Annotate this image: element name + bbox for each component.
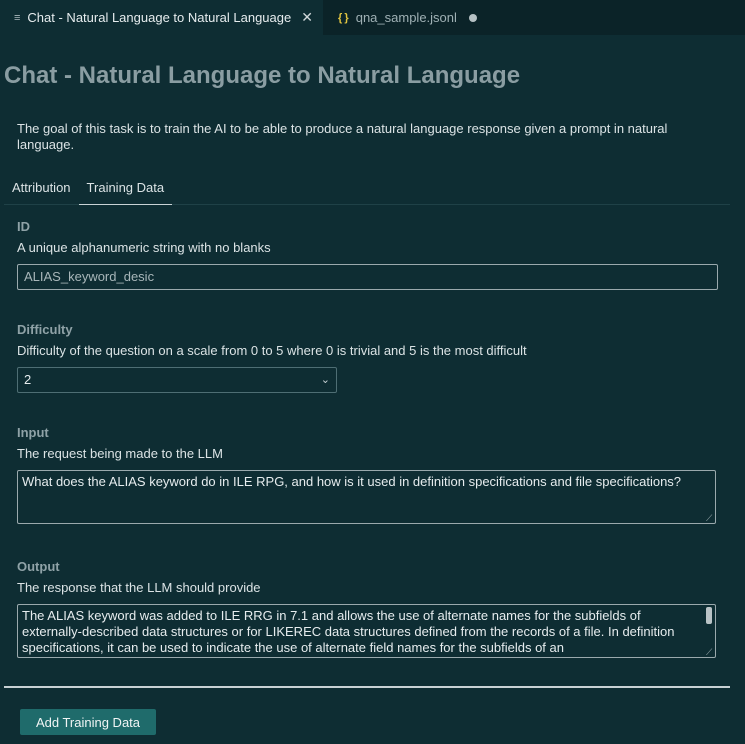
tab-chat-task[interactable]: ≡ Chat - Natural Language to Natural Lan…	[0, 0, 324, 35]
difficulty-selected-value: 2	[24, 372, 32, 387]
section-tabs: Attribution Training Data	[4, 178, 730, 205]
id-field-title: ID	[17, 219, 30, 234]
input-field-description: The request being made to the LLM	[17, 446, 223, 461]
resize-handle-icon[interactable]: ⟋	[706, 514, 714, 523]
output-field-description: The response that the LLM should provide	[17, 580, 261, 595]
output-textarea-value: The ALIAS keyword was added to ILE RRG i…	[22, 608, 675, 655]
page-title: Chat - Natural Language to Natural Langu…	[4, 62, 521, 89]
tab-label: qna_sample.jsonl	[355, 10, 457, 25]
close-icon[interactable]: ✕	[301, 9, 313, 26]
lines-icon: ≡	[14, 11, 21, 24]
resize-handle-icon[interactable]: ⟋	[706, 648, 714, 657]
json-braces-icon: { }	[337, 11, 349, 24]
divider	[4, 686, 730, 688]
difficulty-select[interactable]: 2 ⌄	[17, 367, 337, 393]
add-training-data-button[interactable]: Add Training Data	[20, 709, 156, 735]
tab-training-data[interactable]: Training Data	[78, 178, 173, 205]
id-input[interactable]: ALIAS_keyword_desic	[17, 264, 718, 290]
task-description: The goal of this task is to train the AI…	[17, 121, 668, 152]
scrollbar-thumb[interactable]	[706, 607, 712, 624]
output-textarea[interactable]: The ALIAS keyword was added to ILE RRG i…	[17, 604, 716, 658]
modified-dot-icon[interactable]	[468, 13, 477, 22]
tab-qna-sample[interactable]: { } qna_sample.jsonl	[324, 0, 488, 35]
input-textarea[interactable]: What does the ALIAS keyword do in ILE RP…	[17, 470, 716, 524]
chevron-down-icon: ⌄	[320, 374, 330, 386]
difficulty-field-description: Difficulty of the question on a scale fr…	[17, 343, 527, 358]
output-field-title: Output	[17, 559, 60, 574]
difficulty-field-title: Difficulty	[17, 322, 73, 337]
tab-label: Chat - Natural Language to Natural Langu…	[27, 10, 292, 25]
input-textarea-value: What does the ALIAS keyword do in ILE RP…	[22, 474, 682, 489]
input-field-title: Input	[17, 425, 49, 440]
editor-tab-bar: ≡ Chat - Natural Language to Natural Lan…	[0, 0, 745, 35]
tab-attribution[interactable]: Attribution	[4, 178, 79, 205]
id-field-description: A unique alphanumeric string with no bla…	[17, 240, 271, 255]
